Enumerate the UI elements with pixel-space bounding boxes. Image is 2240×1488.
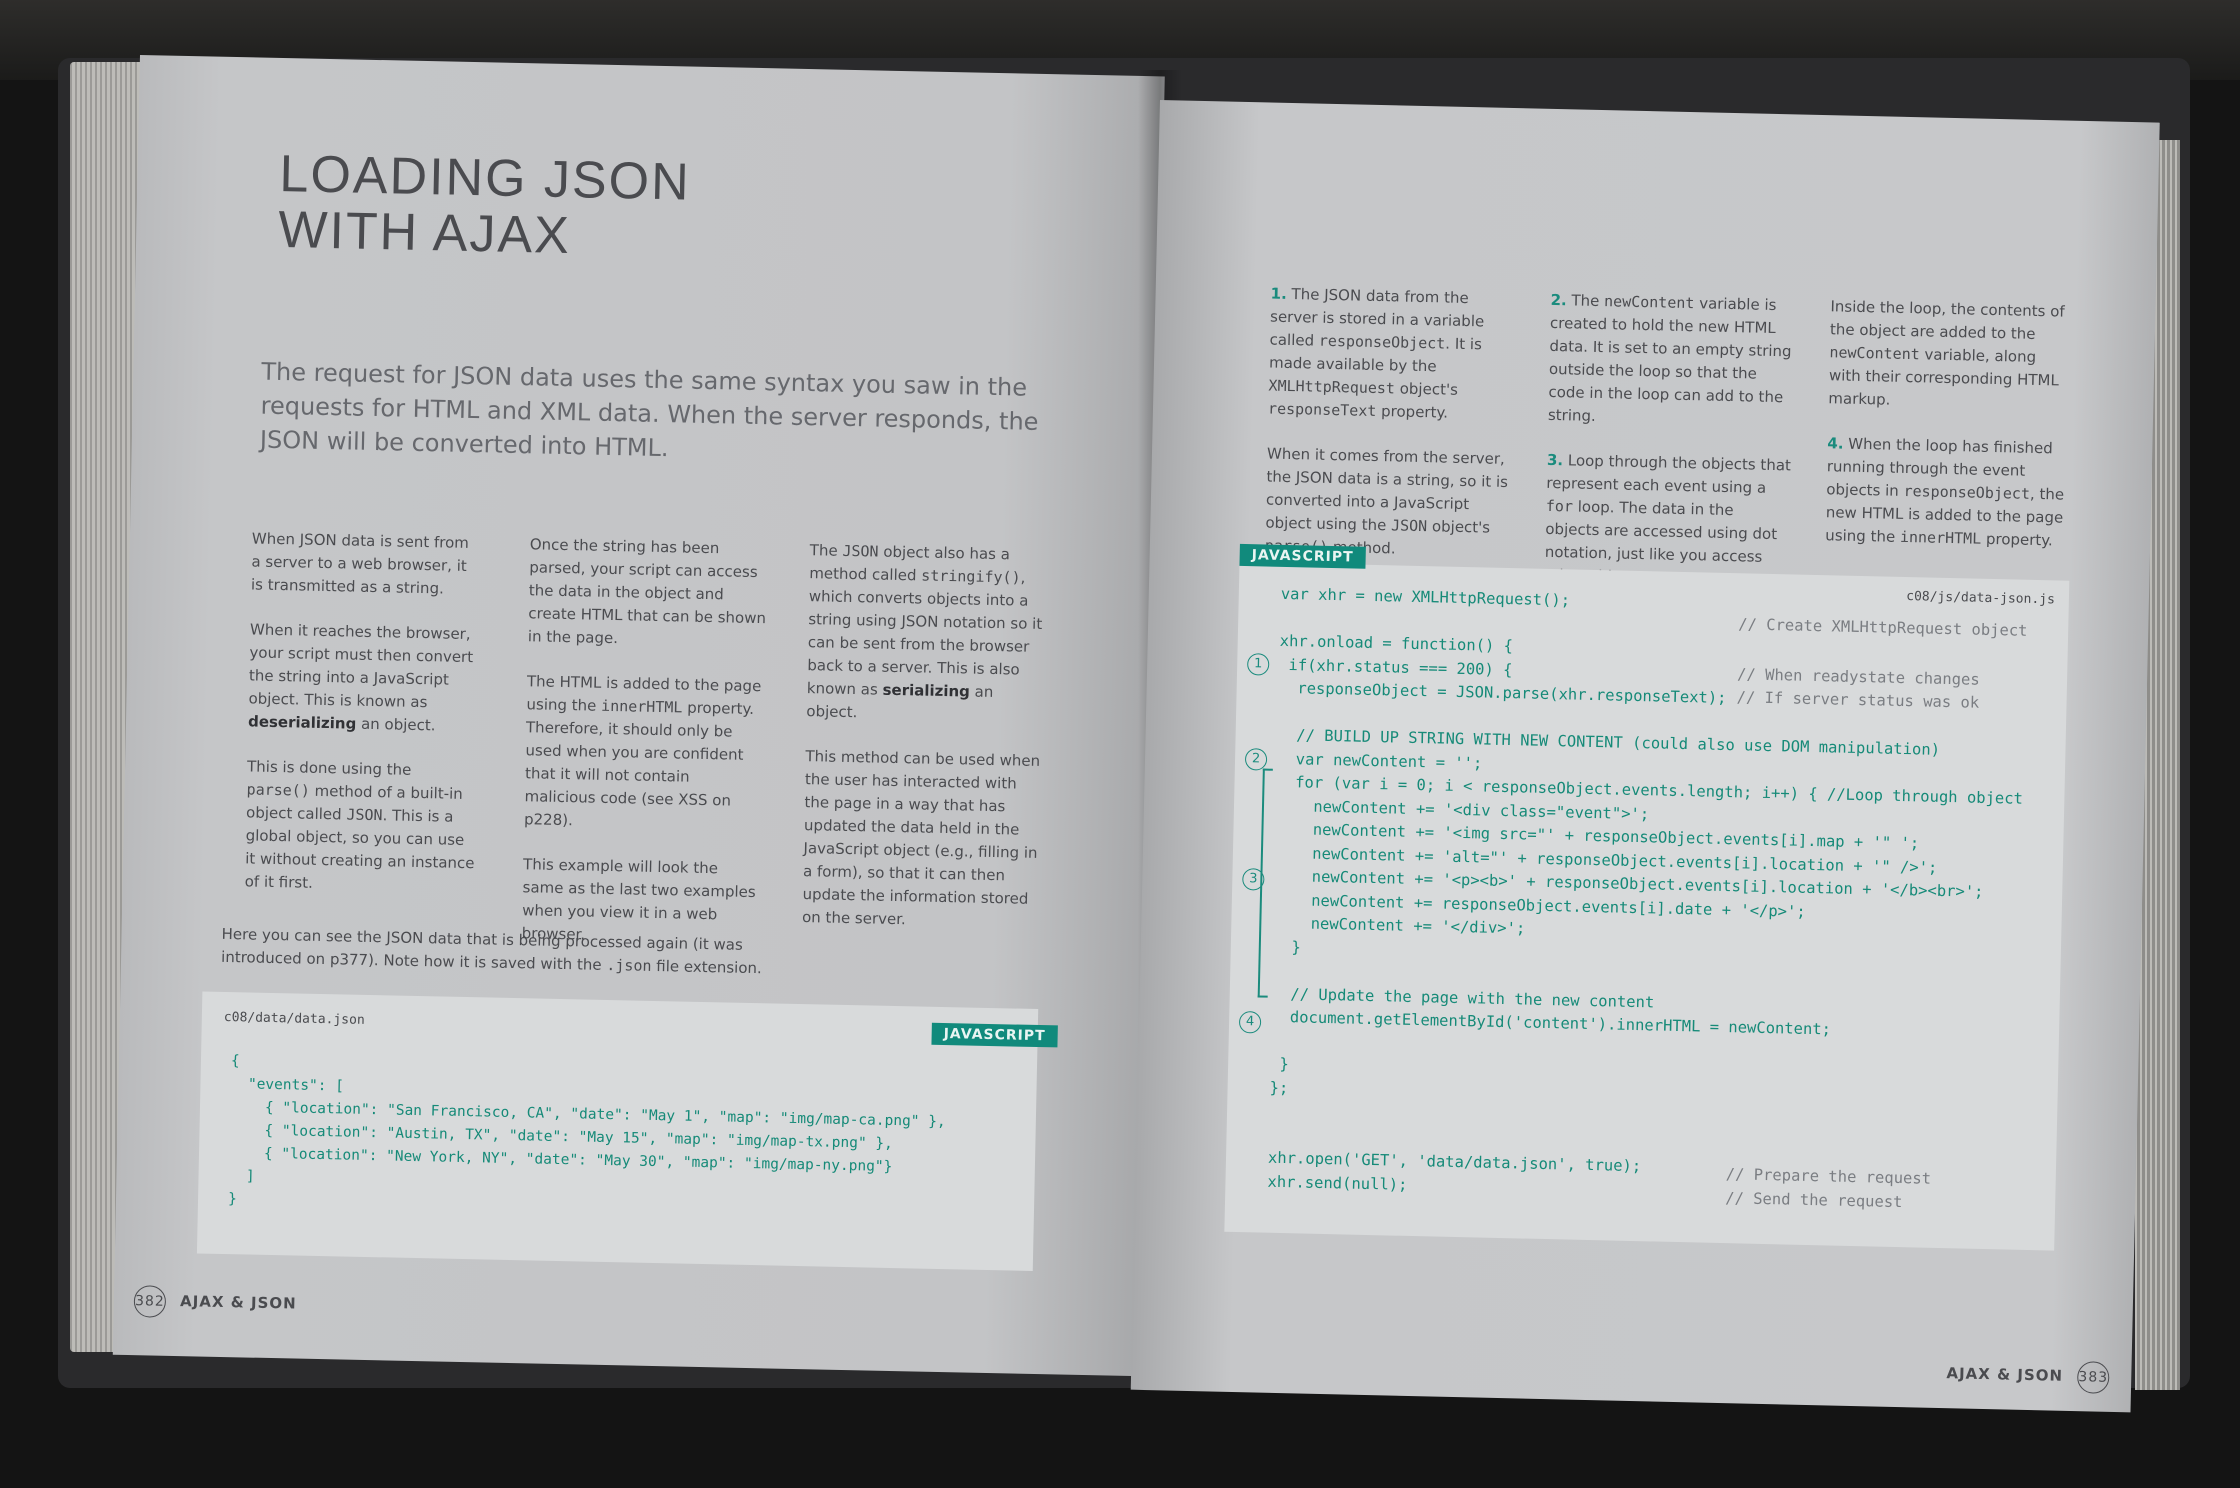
- comment-send-request: // Send the request: [1725, 1189, 1903, 1212]
- col3-para2: This method can be used when the user ha…: [801, 747, 1041, 929]
- page-number-right: 383: [2076, 1361, 2110, 1394]
- json-filename: c08/data/data.json: [223, 1009, 365, 1028]
- left-page: LOADING JSON WITH AJAX The request for J…: [112, 55, 1165, 1377]
- step-4: 4. When the loop has finished running th…: [1825, 434, 2065, 550]
- column-1: When JSON data is sent from a server to …: [244, 527, 482, 920]
- col1-para3: This is done using the parse() method of…: [244, 757, 475, 892]
- footer-left: 382 AJAX & JSON: [133, 1285, 297, 1320]
- title-line-2: WITH AJAX: [277, 200, 572, 266]
- col1-para1: When JSON data is sent from a server to …: [250, 529, 470, 598]
- footer-label-right: AJAX & JSON: [1946, 1364, 2064, 1385]
- col2-para1: Once the string has been parsed, your sc…: [527, 535, 767, 648]
- json-code-box: c08/data/data.json JAVASCRIPT { "events"…: [196, 991, 1058, 1271]
- step-marker-2: 2: [1244, 748, 1268, 771]
- step-3-continued: Inside the loop, the contents of the obj…: [1828, 297, 2065, 409]
- javascript-badge-right: JAVASCRIPT: [1239, 543, 1366, 569]
- footer-right: AJAX & JSON 383: [1946, 1358, 2110, 1394]
- javascript-badge: JAVASCRIPT: [931, 1022, 1058, 1048]
- col1-para2: When it reaches the browser, your script…: [247, 620, 474, 735]
- right-page: 1. The JSON data from the server is stor…: [1130, 100, 2160, 1413]
- javascript-code-box: JAVASCRIPT c08/js/data-json.js var xhr =…: [1224, 543, 2070, 1251]
- step-1: 1. The JSON data from the server is stor…: [1267, 284, 1485, 422]
- page-title: LOADING JSON WITH AJAX: [277, 145, 691, 267]
- step-marker-4: 4: [1238, 1011, 1262, 1034]
- step-col-2: 2. The newContent variable is created to…: [1544, 289, 1796, 614]
- step-col-1: 1. The JSON data from the server is stor…: [1264, 283, 1516, 585]
- step-2: 2. The newContent variable is created to…: [1547, 290, 1792, 425]
- col2-para2: The HTML is added to the page using the …: [523, 672, 762, 830]
- column-2: Once the string has been parsed, your sc…: [521, 533, 770, 972]
- column-3: The JSON object also has a method called…: [801, 539, 1050, 956]
- json-code: { "events": [ { "location": "San Francis…: [227, 1053, 946, 1208]
- step-marker-1: 1: [1246, 653, 1270, 676]
- col3-para1: The JSON object also has a method called…: [806, 541, 1043, 722]
- intro-paragraph: The request for JSON data uses the same …: [259, 357, 1039, 463]
- loop-bracket: [1257, 768, 1273, 998]
- footer-label-left: AJAX & JSON: [179, 1292, 297, 1313]
- step-col-3: Inside the loop, the contents of the obj…: [1825, 295, 2071, 574]
- page-number-left: 382: [133, 1285, 167, 1318]
